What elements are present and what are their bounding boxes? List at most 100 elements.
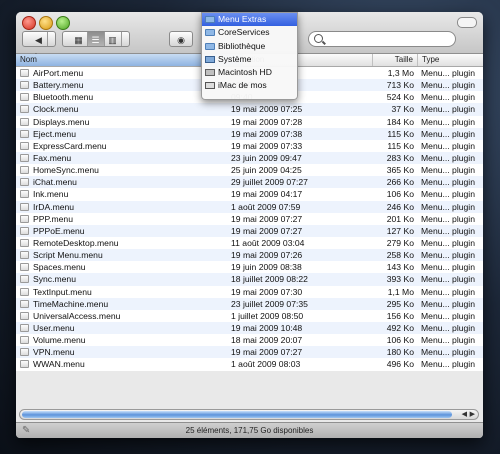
file-row[interactable]: WWAN.menu 1 août 2009 08:03 496 Ko Menu... …	[16, 358, 483, 371]
close-button[interactable]	[22, 16, 36, 30]
file-kind: Menu... plugin	[421, 177, 475, 188]
file-kind: Menu... plugin	[421, 250, 475, 261]
path-menu-item[interactable]: iMac de mos	[202, 79, 297, 92]
path-menu-item[interactable]: Système	[202, 53, 297, 66]
file-name: WWAN.menu	[33, 359, 85, 370]
file-kind: Menu... plugin	[421, 322, 475, 333]
toolbar-toggle-button[interactable]	[457, 17, 477, 28]
path-menu-item[interactable]: CoreServices	[202, 26, 297, 39]
file-row[interactable]: Clock.menu 19 mai 2009 07:25 37 Ko Menu... …	[16, 103, 483, 116]
file-size: 246 Ko	[386, 201, 414, 212]
path-menu-item[interactable]: Menu Extras	[202, 13, 297, 27]
file-size: 127 Ko	[386, 225, 414, 236]
plugin-file-icon	[20, 141, 29, 150]
search-icon	[314, 34, 323, 43]
file-name: VPN.menu	[33, 347, 75, 358]
file-date: 1 août 2009 08:03	[231, 359, 301, 370]
file-date: 19 mai 2009 07:33	[231, 140, 303, 151]
file-size: 156 Ko	[386, 310, 414, 321]
file-name: Spaces.menu	[33, 262, 86, 273]
file-size: 279 Ko	[386, 237, 414, 248]
file-date: 19 mai 2009 07:27	[231, 213, 303, 224]
file-size: 295 Ko	[386, 298, 414, 309]
plugin-file-icon	[20, 214, 29, 223]
back-forward-buttons: ◀▶	[22, 31, 56, 61]
view-mode-buttons: ▦☰▥▭	[62, 31, 130, 61]
list-view-icon[interactable]: ☰	[87, 32, 105, 46]
file-row[interactable]: HomeSync.menu 25 juin 2009 04:25 365 Ko Men…	[16, 164, 483, 177]
file-row[interactable]: Fax.menu 23 juin 2009 09:47 283 Ko Menu... …	[16, 151, 483, 165]
scrollbar-thumb[interactable]	[22, 411, 452, 418]
horizontal-scrollbar[interactable]: ◀ ▶	[19, 409, 479, 420]
file-kind: Menu... plugin	[421, 80, 475, 91]
file-name: PPP.menu	[33, 213, 73, 224]
icon-view-icon[interactable]: ▦	[71, 32, 88, 46]
path-menu-item[interactable]: Bibliothèque	[202, 40, 297, 53]
file-kind: Menu... plugin	[421, 104, 475, 115]
plugin-file-icon	[20, 117, 29, 126]
plugin-file-icon	[20, 105, 29, 114]
path-menu-label: Bibliothèque	[218, 40, 266, 51]
file-row[interactable]: Sync.menu 18 juillet 2009 08:22 393 Ko Menu…	[16, 273, 483, 286]
file-name: iChat.menu	[33, 177, 77, 188]
imac-icon	[205, 82, 215, 90]
file-row[interactable]: TimeMachine.menu 23 juillet 2009 07:35 295…	[16, 297, 483, 310]
zoom-button[interactable]	[56, 16, 70, 30]
column-header-size[interactable]: Taille	[373, 54, 418, 66]
minimize-button[interactable]	[39, 16, 53, 30]
plugin-file-icon	[20, 238, 29, 247]
file-row[interactable]: Displays.menu 19 mai 2009 07:28 184 Ko Menu…	[16, 115, 483, 128]
quicklook-button[interactable]: ◉	[169, 31, 193, 47]
file-size: 266 Ko	[386, 177, 414, 188]
file-size: 365 Ko	[386, 165, 414, 176]
file-size: 201 Ko	[386, 213, 414, 224]
file-size: 258 Ko	[386, 250, 414, 261]
file-name: RemoteDesktop.menu	[33, 237, 119, 248]
column-view-icon[interactable]: ▥	[105, 32, 122, 46]
path-menu-item[interactable]: Macintosh HD	[202, 66, 297, 79]
plugin-file-icon	[20, 311, 29, 320]
scroll-left-arrow[interactable]: ◀	[462, 411, 467, 419]
file-row[interactable]: iChat.menu 29 juillet 2009 07:27 266 Ko Men…	[16, 176, 483, 189]
file-kind: Menu... plugin	[421, 213, 475, 224]
file-list: AirPort.menu09:401,3 MoMenu... pluginBat…	[16, 67, 483, 371]
file-date: 19 mai 2009 10:48	[231, 322, 303, 333]
file-row[interactable]: Script Menu.menu 19 mai 2009 07:26 258 Ko M…	[16, 249, 483, 262]
file-row[interactable]: TextInput.menu 19 mai 2009 07:30 1,1 Mo Men…	[16, 285, 483, 298]
file-row[interactable]: User.menu 19 mai 2009 10:48 492 Ko Menu... …	[16, 321, 483, 335]
file-row[interactable]: Ink.menu 19 mai 2009 04:17 106 Ko Menu... p…	[16, 188, 483, 201]
file-date: 1 août 2009 07:59	[231, 201, 301, 212]
plugin-file-icon	[20, 81, 29, 90]
file-date: 19 mai 2009 07:38	[231, 128, 303, 139]
file-size: 106 Ko	[386, 335, 414, 346]
column-header-kind[interactable]: Type	[418, 54, 483, 66]
file-row[interactable]: IrDA.menu 1 août 2009 07:59 246 Ko Menu... …	[16, 200, 483, 213]
file-row[interactable]: PPP.menu 19 mai 2009 07:27 201 Ko Menu... p…	[16, 212, 483, 225]
file-row[interactable]: VPN.menu 19 mai 2009 07:27 180 Ko Menu... p…	[16, 346, 483, 359]
arrow-left-icon[interactable]: ◀	[31, 32, 48, 46]
plugin-file-icon	[20, 69, 29, 77]
folder-icon	[205, 16, 215, 23]
file-row[interactable]: UniversalAccess.menu 1 juillet 2009 08:50…	[16, 309, 483, 322]
file-kind: Menu... plugin	[421, 310, 475, 321]
plugin-file-icon	[20, 263, 29, 272]
file-row[interactable]: ExpressCard.menu 19 mai 2009 07:33 115 Ko M…	[16, 139, 483, 152]
eye-icon: ◉	[177, 35, 185, 45]
file-kind: Menu... plugin	[421, 347, 475, 358]
file-size: 1,3 Mo	[387, 68, 414, 78]
file-row[interactable]: Spaces.menu 19 juin 2009 08:38 143 Ko Menu.…	[16, 261, 483, 274]
file-date: 19 mai 2009 07:25	[231, 104, 303, 115]
file-row[interactable]: PPPoE.menu 19 mai 2009 07:27 127 Ko Menu...…	[16, 224, 483, 237]
file-kind: Menu... plugin	[421, 262, 475, 273]
file-row[interactable]: RemoteDesktop.menu 11 août 2009 03:04 279 …	[16, 236, 483, 250]
file-date: 19 juin 2009 08:38	[231, 262, 302, 273]
file-row[interactable]: Eject.menu 19 mai 2009 07:38 115 Ko Menu...…	[16, 127, 483, 140]
file-kind: Menu... plugin	[421, 189, 475, 200]
file-row[interactable]: Volume.menu 18 mai 2009 20:07 106 Ko Menu..…	[16, 334, 483, 347]
scroll-right-arrow[interactable]: ▶	[470, 411, 475, 419]
path-menu-label: Menu Extras	[218, 14, 267, 24]
search-field[interactable]	[308, 31, 456, 47]
plugin-file-icon	[20, 299, 29, 308]
plugin-file-icon	[20, 348, 29, 357]
plugin-file-icon	[20, 190, 29, 199]
